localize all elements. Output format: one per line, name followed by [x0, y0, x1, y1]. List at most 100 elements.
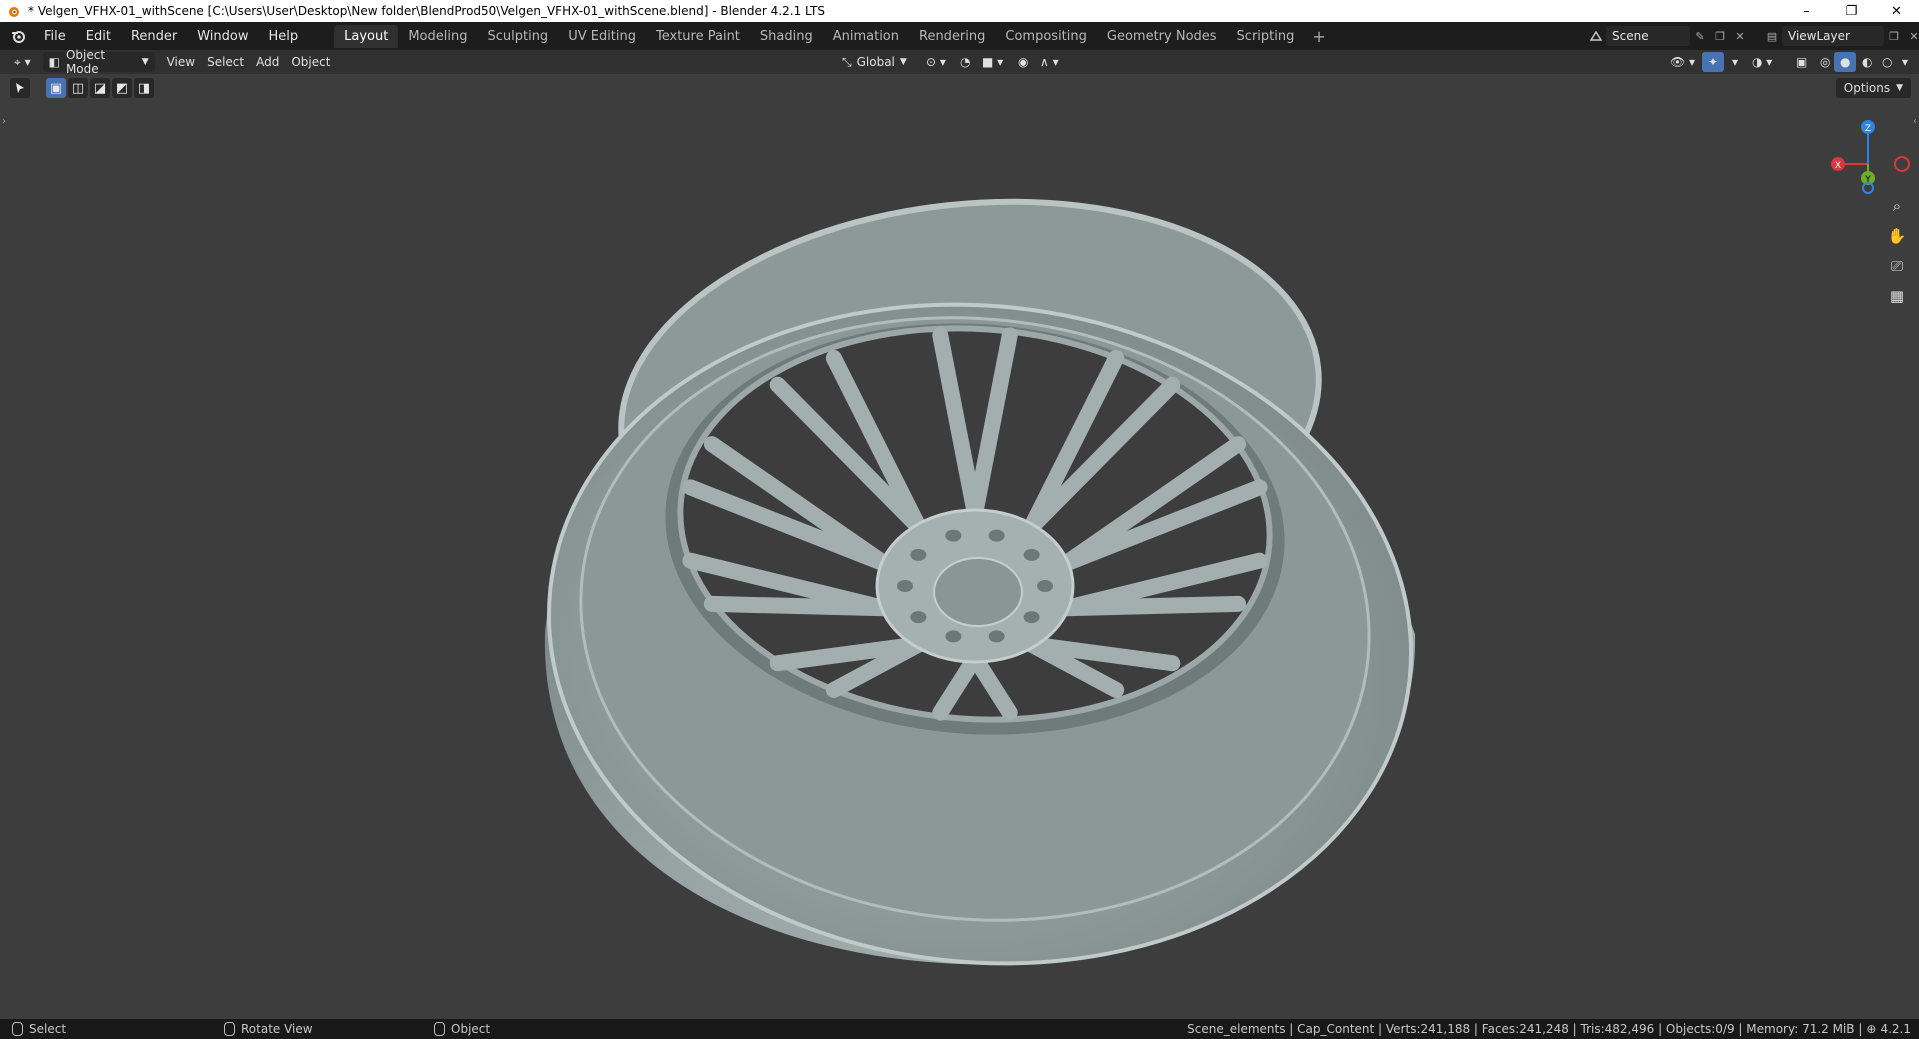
tab-sculpting[interactable]: Sculpting — [477, 25, 558, 48]
menu-add[interactable]: Add — [250, 52, 285, 72]
mouse-left-icon — [12, 1022, 23, 1036]
view-layer-selector: ▤ ViewLayer ❐ ✕ — [1762, 25, 1919, 47]
lug-hole — [910, 611, 927, 624]
status-select: Select — [12, 1022, 66, 1036]
select-extend-icon[interactable]: ◫ — [68, 78, 88, 98]
network-icon: ⊕ — [1866, 1022, 1877, 1036]
blender-app-icon — [9, 7, 19, 17]
3d-viewport[interactable]: Z X Y — [0, 74, 1919, 1019]
status-rotate-view: Rotate View — [224, 1022, 313, 1036]
menu-view[interactable]: View — [161, 52, 201, 72]
lug-hole — [897, 580, 913, 592]
pin-icon[interactable]: ✎ — [1690, 26, 1710, 46]
snap-icon[interactable]: ◔ — [954, 52, 976, 72]
menu-edit[interactable]: Edit — [76, 29, 121, 44]
chevron-down-icon: ▼ — [899, 57, 907, 67]
tab-texture-paint[interactable]: Texture Paint — [646, 25, 750, 48]
tab-animation[interactable]: Animation — [823, 25, 909, 48]
menu-select[interactable]: Select — [201, 52, 250, 72]
orientation-icon: ⤡ — [842, 54, 852, 69]
visibility-icon[interactable]: 👁 ▾ — [1664, 52, 1701, 72]
view-layer-icon[interactable]: ▤ — [1762, 26, 1782, 46]
add-workspace-button[interactable]: + — [1304, 27, 1333, 46]
editor-type-icon[interactable]: ⌖ ▾ — [8, 52, 37, 72]
menu-window[interactable]: Window — [187, 29, 258, 44]
neg-x-axis-handle[interactable] — [1894, 156, 1910, 172]
gizmo-toggle-icon[interactable]: ✦ — [1702, 52, 1725, 72]
new-scene-icon[interactable]: ❐ — [1710, 26, 1730, 46]
view-layer-name-field[interactable]: ViewLayer — [1782, 26, 1884, 46]
close-button[interactable]: ✕ — [1874, 0, 1919, 22]
minimize-button[interactable]: – — [1784, 0, 1829, 22]
transform-orientation-dropdown[interactable]: ⤡ Global ▼ — [836, 52, 913, 72]
mode-label: Object Mode — [65, 48, 106, 76]
chevron-down-icon: ▼ — [141, 57, 149, 67]
status-object-label: Object — [451, 1022, 491, 1036]
viewport-header: ⌖ ▾ ◧ Object Mode ▼ View Select Add Obje… — [0, 48, 1919, 76]
lug-hole — [945, 630, 962, 643]
version-label: 4.2.1 — [1880, 1022, 1911, 1036]
select-invert-icon[interactable]: ◩ — [112, 78, 132, 98]
lug-hole — [910, 548, 927, 561]
wheel-model[interactable] — [0, 74, 1919, 1019]
mode-dropdown[interactable]: ◧ Object Mode ▼ — [42, 48, 155, 76]
proportional-edit-icon[interactable]: ◉ — [1012, 52, 1034, 72]
lug-hole — [988, 529, 1005, 542]
gizmo-dropdown-icon[interactable]: ▾ — [1726, 52, 1744, 72]
menu-help[interactable]: Help — [259, 29, 309, 44]
select-intersect-icon[interactable]: ◨ — [134, 78, 154, 98]
falloff-icon[interactable]: ∧ ▾ — [1034, 52, 1065, 72]
select-tool-icon[interactable] — [10, 78, 30, 98]
shading-options-icon[interactable]: ▾ — [1896, 52, 1914, 72]
options-dropdown[interactable]: Options ▼ — [1835, 78, 1911, 98]
spoke — [1057, 595, 1247, 617]
blender-logo-icon[interactable] — [10, 28, 26, 44]
x-axis-label: X — [1835, 161, 1841, 171]
tab-geometry-nodes[interactable]: Geometry Nodes — [1097, 25, 1227, 48]
menu-render[interactable]: Render — [121, 29, 187, 44]
hand-pan-icon[interactable]: ✋ — [1884, 223, 1910, 249]
tab-compositing[interactable]: Compositing — [995, 25, 1097, 48]
delete-view-layer-icon[interactable]: ✕ — [1904, 26, 1919, 46]
scene-name-field[interactable]: Scene — [1606, 26, 1690, 46]
overlays-icon[interactable]: ◑ ▾ — [1746, 52, 1778, 72]
tab-shading[interactable]: Shading — [750, 25, 823, 48]
camera-icon[interactable]: ⎚ — [1884, 253, 1910, 279]
window-title: * Velgen_VFHX-01_withScene [C:\Users\Use… — [28, 4, 825, 18]
status-bar: Select Rotate View Object Scene_elements… — [0, 1019, 1919, 1039]
tab-scripting[interactable]: Scripting — [1227, 25, 1305, 48]
zoom-icon[interactable]: ⌕ — [1884, 193, 1910, 219]
menu-object[interactable]: Object — [285, 52, 336, 72]
chevron-down-icon: ▼ — [1896, 83, 1903, 93]
new-view-layer-icon[interactable]: ❐ — [1884, 26, 1904, 46]
status-rotate-label: Rotate View — [241, 1022, 313, 1036]
restore-button[interactable]: ❐ — [1829, 0, 1874, 22]
tab-modeling[interactable]: Modeling — [398, 25, 477, 48]
tab-rendering[interactable]: Rendering — [909, 25, 995, 48]
scene-icon[interactable] — [1586, 26, 1606, 46]
top-bar: File Edit Render Window Help Layout Mode… — [0, 22, 1919, 50]
z-axis-label: Z — [1865, 124, 1871, 134]
lug-hole — [1023, 611, 1040, 624]
status-object: Object — [434, 1022, 490, 1036]
tab-uv-editing[interactable]: UV Editing — [558, 25, 646, 48]
scene-selector: Scene ✎ ❐ ✕ — [1586, 25, 1750, 47]
xray-icon[interactable]: ▣ — [1790, 52, 1813, 72]
snap-target-icon[interactable]: ■ ▾ — [976, 52, 1009, 72]
tool-header: ▣ ◫ ◪ ◩ ◨ — [10, 78, 156, 98]
select-subtract-icon[interactable]: ◪ — [90, 78, 110, 98]
pivot-point-icon[interactable]: ⊙ ▾ — [920, 52, 952, 72]
toolbar-expand-icon[interactable]: › — [2, 116, 6, 127]
menu-file[interactable]: File — [34, 29, 76, 44]
delete-scene-icon[interactable]: ✕ — [1730, 26, 1750, 46]
scene-stats-text: Scene_elements | Cap_Content | Verts:241… — [1187, 1022, 1863, 1036]
navigation-gizmo[interactable]: Z X Y — [1825, 114, 1915, 194]
workspace-tabs: Layout Modeling Sculpting UV Editing Tex… — [334, 24, 1334, 48]
sidebar-expand-icon[interactable]: ‹ — [1913, 116, 1917, 127]
grid-icon[interactable]: ▦ — [1884, 283, 1910, 309]
select-new-icon[interactable]: ▣ — [46, 78, 66, 98]
solid-shading-icon[interactable]: ● — [1834, 52, 1857, 72]
lug-hole — [988, 630, 1005, 643]
tab-layout[interactable]: Layout — [334, 24, 399, 48]
lug-hole — [1037, 580, 1053, 592]
